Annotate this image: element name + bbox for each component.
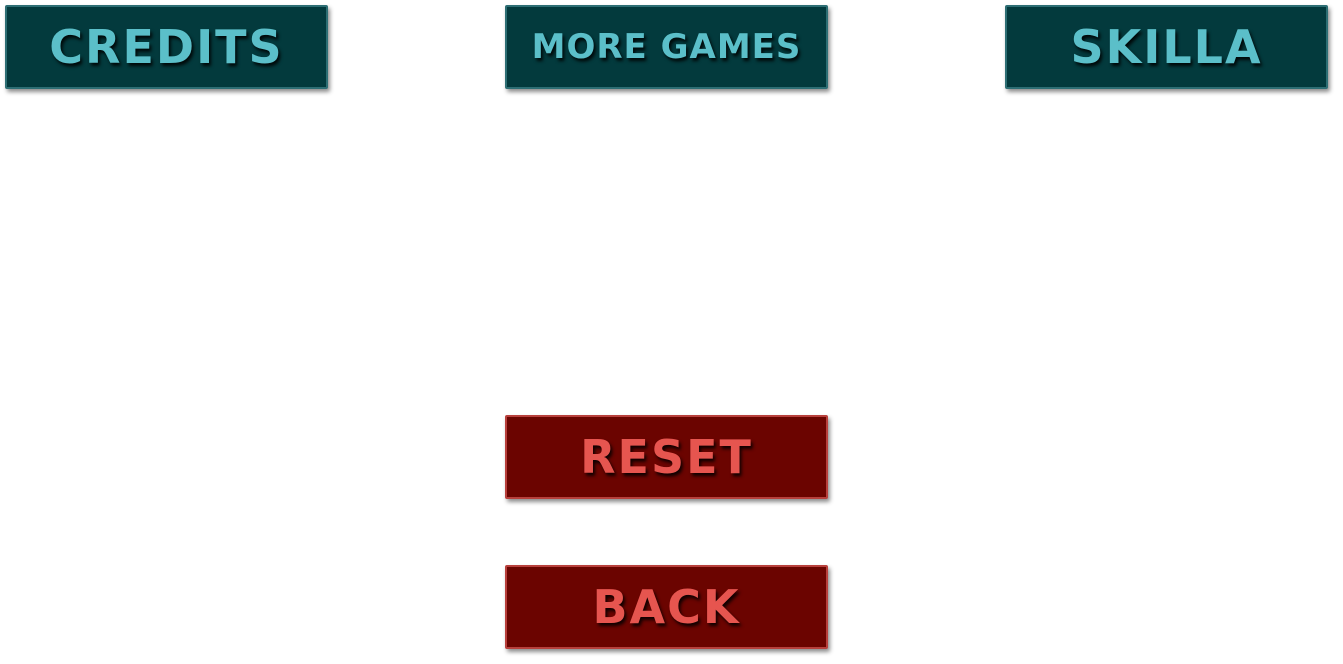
back-button-label: Back [592, 580, 741, 634]
skilla-button-label: Skilla [1070, 20, 1263, 74]
reset-button[interactable]: Reset [505, 415, 828, 499]
skilla-button[interactable]: Skilla [1005, 5, 1328, 89]
more-games-button-label: More Games [531, 27, 802, 67]
reset-button-label: Reset [580, 430, 753, 484]
more-games-button[interactable]: More Games [505, 5, 828, 89]
back-button[interactable]: Back [505, 565, 828, 649]
credits-button-label: Credits [49, 20, 284, 74]
credits-button[interactable]: Credits [5, 5, 328, 89]
